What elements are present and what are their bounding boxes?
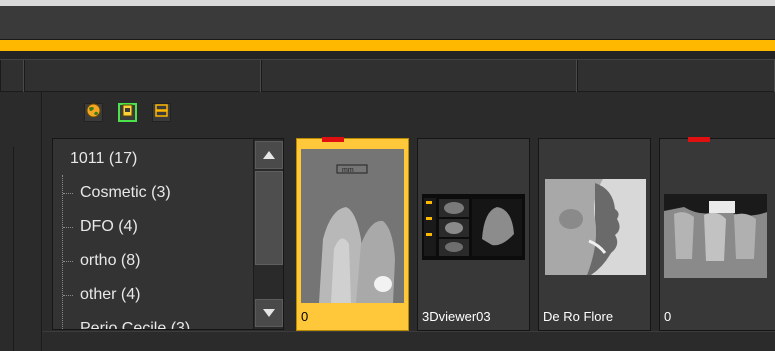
cephalometric-xray: [543, 149, 646, 303]
scroll-down-button[interactable]: [255, 299, 283, 327]
title-band: [0, 0, 775, 40]
triangle-up-icon: [263, 146, 275, 164]
single-page-icon: [121, 104, 134, 122]
tree-item-perio[interactable]: Perio Cecile (3): [53, 312, 253, 329]
tree-item-dfo[interactable]: DFO (4): [53, 210, 253, 244]
column-header-bar: [0, 59, 775, 92]
tree-item-1011[interactable]: 1011 (17): [53, 142, 253, 176]
window-edge: [0, 0, 775, 6]
thumbnail-caption: De Ro Flore: [543, 309, 614, 324]
svg-text:mm: mm: [342, 167, 354, 174]
triangle-down-icon: [263, 304, 275, 322]
scroll-thumb[interactable]: [255, 171, 283, 265]
split-view-button[interactable]: [152, 103, 171, 122]
sub-strip: [0, 51, 775, 59]
flag-marker: [322, 137, 344, 142]
tree-item-other[interactable]: other (4): [53, 278, 253, 312]
dental-periapical-xray: mm: [301, 149, 404, 303]
tree-item-cosmetic[interactable]: Cosmetic (3): [53, 176, 253, 210]
folder-tree-panel: 1011 (17) Cosmetic (3) DFO (4) ortho (8)…: [52, 138, 284, 330]
image-thumbnail[interactable]: De Ro Flore: [538, 138, 651, 331]
thumbnail-caption: 0: [301, 309, 309, 324]
folder-tree: 1011 (17) Cosmetic (3) DFO (4) ortho (8)…: [53, 139, 253, 329]
left-side-panel: [0, 92, 42, 351]
globe-view-button[interactable]: [84, 103, 103, 122]
single-page-view-button[interactable]: [118, 103, 137, 122]
image-thumbnail[interactable]: 0: [659, 137, 775, 331]
globe-icon: [86, 103, 101, 123]
scroll-up-button[interactable]: [255, 141, 283, 169]
thumbnail-caption: 0: [664, 309, 672, 324]
header-cell-1[interactable]: [0, 60, 24, 92]
3d-viewer-screenshot: [422, 149, 525, 303]
flag-marker: [688, 137, 710, 142]
accent-bar: [0, 40, 775, 51]
header-cell-2[interactable]: [24, 60, 261, 92]
bitewing-xray: [664, 149, 767, 303]
split-view-icon: [155, 103, 168, 122]
left-panel-edge: [0, 147, 14, 351]
tree-item-ortho[interactable]: ortho (8): [53, 244, 253, 278]
header-cell-4[interactable]: [577, 60, 775, 92]
image-thumbnail[interactable]: mm 0: [296, 137, 409, 331]
tree-scrollbar[interactable]: [253, 139, 283, 329]
image-thumbnail[interactable]: 3Dviewer03: [417, 138, 530, 331]
bottom-strip: [43, 331, 775, 351]
thumbnail-caption: 3Dviewer03: [422, 309, 491, 324]
header-cell-3[interactable]: [261, 60, 577, 92]
